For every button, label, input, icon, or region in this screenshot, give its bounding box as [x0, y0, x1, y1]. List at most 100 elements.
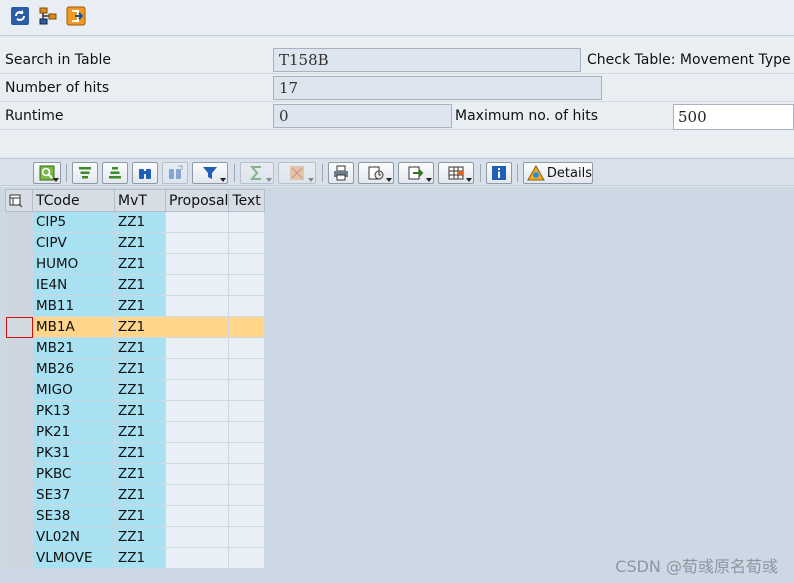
cell-mvt[interactable]: ZZ1 — [114, 337, 166, 359]
cell-mvt[interactable]: ZZ1 — [114, 505, 166, 527]
cell-mvt[interactable]: ZZ1 — [114, 400, 166, 422]
cell-proposal[interactable] — [164, 463, 230, 485]
details-button[interactable]: Details — [523, 162, 593, 184]
cell-proposal[interactable] — [164, 274, 230, 296]
cell-tcode[interactable]: CIPV — [32, 232, 115, 254]
cell-mvt[interactable]: ZZ1 — [114, 295, 166, 317]
table-row[interactable]: SE38 ZZ1 — [5, 505, 266, 527]
cell-text[interactable] — [228, 463, 266, 485]
cell-proposal[interactable] — [164, 526, 230, 548]
table-row[interactable]: CIP5 ZZ1 — [5, 211, 266, 233]
table-row[interactable]: MB21 ZZ1 — [5, 337, 266, 359]
subtotal-button[interactable] — [278, 162, 316, 184]
cell-proposal[interactable] — [164, 547, 230, 569]
cell-text[interactable] — [228, 274, 266, 296]
row-selector[interactable] — [5, 400, 33, 422]
column-header-tcode[interactable]: TCode — [32, 189, 115, 212]
cell-text[interactable] — [228, 547, 266, 569]
search-next-button[interactable] — [162, 162, 188, 184]
row-selector[interactable] — [5, 337, 33, 359]
search-button[interactable] — [132, 162, 158, 184]
cell-text[interactable] — [228, 295, 266, 317]
row-selector[interactable] — [5, 274, 33, 296]
cell-tcode[interactable]: PK31 — [32, 442, 115, 464]
column-header-proposal[interactable]: Proposal — [164, 189, 230, 212]
find-button[interactable] — [33, 162, 61, 184]
cell-tcode[interactable]: SE37 — [32, 484, 115, 506]
row-selector[interactable] — [5, 232, 33, 254]
sort-ascending-button[interactable] — [72, 162, 98, 184]
cell-tcode[interactable]: PKBC — [32, 463, 115, 485]
cell-tcode[interactable]: VLMOVE — [32, 547, 115, 569]
cell-text[interactable] — [228, 526, 266, 548]
cell-proposal[interactable] — [164, 295, 230, 317]
cell-text[interactable] — [228, 316, 266, 338]
table-row[interactable]: PK31 ZZ1 — [5, 442, 266, 464]
cell-tcode[interactable]: MB1A — [32, 316, 115, 338]
cell-tcode[interactable]: MB21 — [32, 337, 115, 359]
cell-proposal[interactable] — [164, 379, 230, 401]
cell-proposal[interactable] — [164, 232, 230, 254]
row-selector[interactable] — [5, 463, 33, 485]
select-all-cell[interactable] — [5, 189, 33, 212]
cell-proposal[interactable] — [164, 316, 230, 338]
cell-tcode[interactable]: SE38 — [32, 505, 115, 527]
table-row[interactable]: MB26 ZZ1 — [5, 358, 266, 380]
cell-mvt[interactable]: ZZ1 — [114, 316, 166, 338]
cell-proposal[interactable] — [164, 358, 230, 380]
layout-button[interactable] — [438, 162, 474, 184]
cell-proposal[interactable] — [164, 421, 230, 443]
refresh-icon[interactable] — [9, 5, 31, 27]
row-selector[interactable] — [5, 547, 33, 569]
column-header-text[interactable]: Text — [228, 189, 266, 212]
sum-button[interactable] — [240, 162, 274, 184]
cell-mvt[interactable]: ZZ1 — [114, 358, 166, 380]
table-row[interactable]: PKBC ZZ1 — [5, 463, 266, 485]
cell-proposal[interactable] — [164, 400, 230, 422]
cell-mvt[interactable]: ZZ1 — [114, 232, 166, 254]
cell-text[interactable] — [228, 211, 266, 233]
cell-tcode[interactable]: MIGO — [32, 379, 115, 401]
row-selector[interactable] — [5, 442, 33, 464]
cell-text[interactable] — [228, 421, 266, 443]
row-selector[interactable] — [5, 379, 33, 401]
table-row[interactable]: IE4N ZZ1 — [5, 274, 266, 296]
filter-button[interactable] — [192, 162, 228, 184]
row-selector[interactable] — [5, 295, 33, 317]
cell-tcode[interactable]: IE4N — [32, 274, 115, 296]
cell-mvt[interactable]: ZZ1 — [114, 379, 166, 401]
hierarchy-icon[interactable] — [37, 5, 59, 27]
view-button[interactable] — [358, 162, 394, 184]
info-button[interactable] — [486, 162, 512, 184]
cell-mvt[interactable]: ZZ1 — [114, 274, 166, 296]
column-header-mvt[interactable]: MvT — [114, 189, 166, 212]
cell-text[interactable] — [228, 400, 266, 422]
cell-tcode[interactable]: MB26 — [32, 358, 115, 380]
cell-tcode[interactable]: PK21 — [32, 421, 115, 443]
cell-text[interactable] — [228, 358, 266, 380]
row-selector[interactable] — [5, 211, 33, 233]
row-selector[interactable] — [5, 526, 33, 548]
sort-descending-button[interactable] — [102, 162, 128, 184]
cell-tcode[interactable]: MB11 — [32, 295, 115, 317]
row-selector[interactable] — [5, 421, 33, 443]
cell-text[interactable] — [228, 484, 266, 506]
cell-proposal[interactable] — [164, 442, 230, 464]
cell-mvt[interactable]: ZZ1 — [114, 463, 166, 485]
table-row[interactable]: SE37 ZZ1 — [5, 484, 266, 506]
cell-text[interactable] — [228, 253, 266, 275]
cell-text[interactable] — [228, 442, 266, 464]
row-selector[interactable] — [5, 505, 33, 527]
cell-text[interactable] — [228, 379, 266, 401]
cell-proposal[interactable] — [164, 211, 230, 233]
export-button[interactable] — [398, 162, 434, 184]
cell-proposal[interactable] — [164, 337, 230, 359]
row-selector[interactable] — [5, 484, 33, 506]
row-selector[interactable] — [5, 358, 33, 380]
cell-tcode[interactable]: PK13 — [32, 400, 115, 422]
cell-tcode[interactable]: CIP5 — [32, 211, 115, 233]
table-row[interactable]: MB1A ZZ1 — [5, 316, 266, 338]
table-row[interactable]: MIGO ZZ1 — [5, 379, 266, 401]
cell-mvt[interactable]: ZZ1 — [114, 547, 166, 569]
table-row[interactable]: VLMOVE ZZ1 — [5, 547, 266, 569]
